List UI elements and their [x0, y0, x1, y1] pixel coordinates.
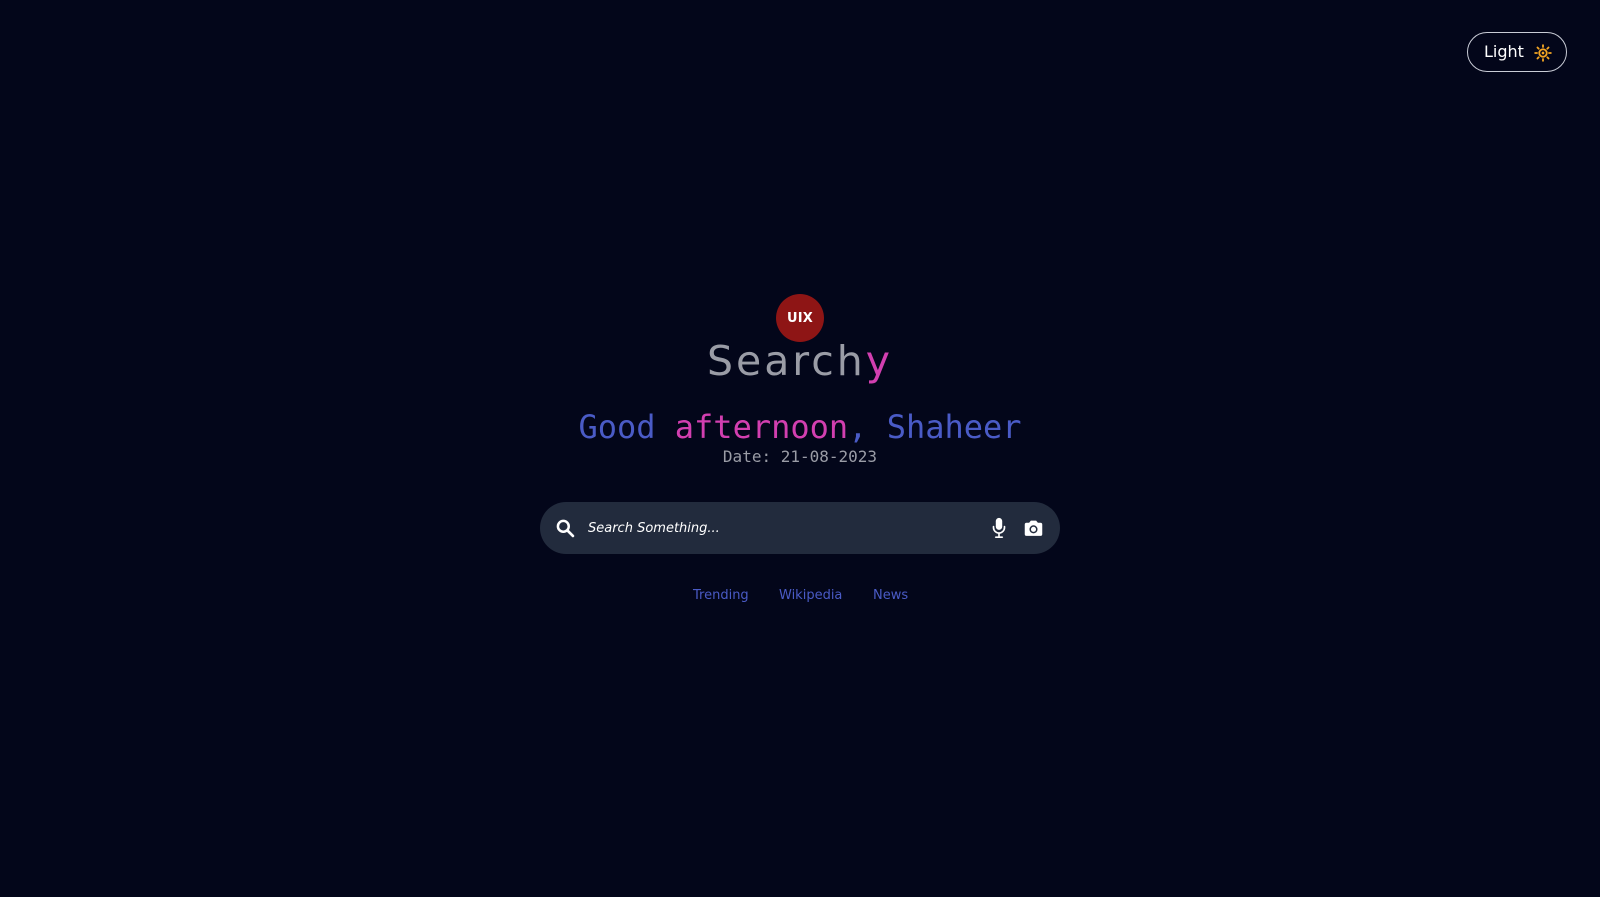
search-icon[interactable]	[555, 518, 575, 538]
quick-link-trending[interactable]: Trending	[693, 587, 749, 605]
greeting-salutation: Good	[578, 408, 656, 446]
greeting-time-of-day: afternoon	[674, 408, 849, 446]
brand-title: Searchy	[0, 336, 1600, 386]
greeting-name: Shaheer	[886, 408, 1022, 446]
date-line: Date: 21-08-2023	[0, 447, 1600, 467]
brand-title-main: Search	[706, 337, 866, 385]
quick-links: Trending Wikipedia News	[0, 587, 1600, 605]
theme-toggle-label: Light	[1484, 42, 1524, 61]
quick-link-wikipedia[interactable]: Wikipedia	[779, 587, 842, 605]
camera-icon[interactable]	[1023, 518, 1044, 538]
greeting-separator: ,	[848, 408, 868, 446]
date-label: Date:	[722, 447, 772, 466]
search-input[interactable]	[588, 502, 968, 554]
theme-toggle-button[interactable]: Light	[1467, 32, 1567, 72]
logo-badge: UIX	[776, 294, 824, 342]
brand-title-accent: y	[865, 337, 894, 385]
date-value: 21-08-2023	[780, 447, 878, 466]
quick-link-news[interactable]: News	[873, 587, 908, 605]
greeting: Good afternoon, Shaheer	[0, 407, 1600, 447]
sun-icon	[1534, 44, 1552, 62]
page: Light UIX Searchy Good afternoon, Shahee…	[0, 0, 1600, 897]
microphone-icon[interactable]	[990, 517, 1008, 539]
search-bar	[540, 502, 1060, 554]
